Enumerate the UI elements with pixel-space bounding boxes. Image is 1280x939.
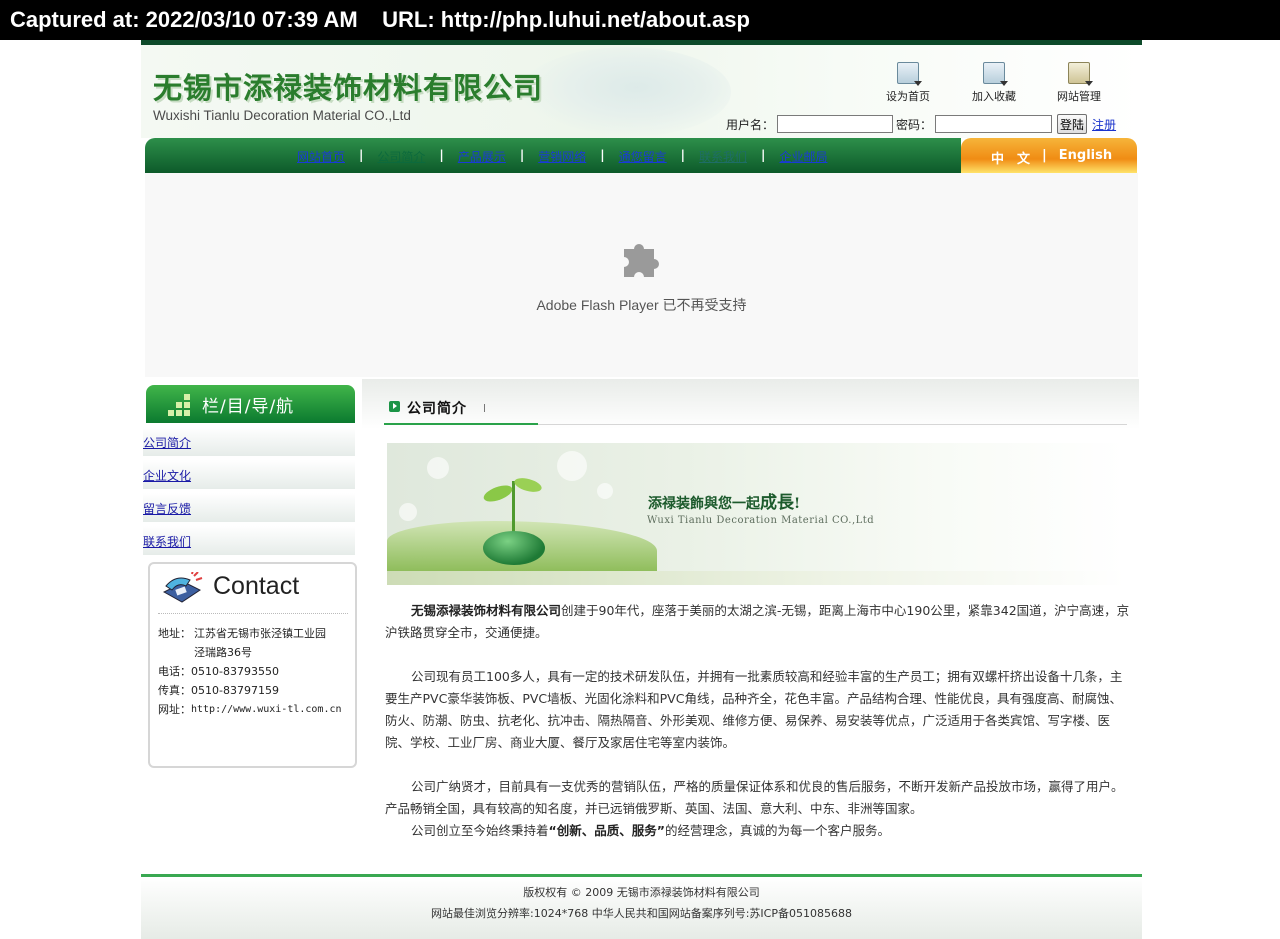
- site-admin-icon: [1068, 62, 1093, 86]
- nav-separator: |: [519, 148, 525, 162]
- web-label: 网址：: [158, 703, 191, 716]
- address-line2: 泾瑞路36号: [194, 646, 252, 659]
- green-stone-image: [483, 531, 545, 565]
- username-label: 用户名：: [726, 117, 775, 132]
- contact-divider: [158, 613, 348, 614]
- banner-slogan-en: Wuxi Tianlu Decoration Material CO.,Ltd: [647, 515, 875, 526]
- slogan-punct: !: [794, 496, 801, 512]
- site-admin-link[interactable]: 网站管理: [1049, 62, 1109, 104]
- set-homepage-label: 设为首页: [886, 90, 930, 103]
- nav-about[interactable]: 公司简介: [377, 148, 425, 165]
- contact-title: Contact: [213, 572, 300, 600]
- phone-value: 0510-83793550: [191, 665, 279, 678]
- add-favorite-label: 加入收藏: [972, 90, 1016, 103]
- lang-chinese[interactable]: 中 文: [991, 148, 1030, 167]
- header-tools: 设为首页 加入收藏 网站管理: [878, 62, 1118, 106]
- paragraph-4-b: 的经营理念，真诚的为每一个客户服务。: [664, 823, 890, 838]
- sidebar-title: 栏/目/导/航: [202, 397, 295, 417]
- leaf-image: [512, 475, 544, 495]
- sidebar-item-contact[interactable]: 联系我们: [143, 526, 355, 557]
- capture-info-bar: Captured at: 2022/03/10 07:39 AM URL: ht…: [0, 0, 1280, 40]
- language-items: 中 文 | English: [991, 148, 1112, 167]
- paragraph-4-a: 公司创立至今始终秉持着: [411, 823, 549, 838]
- address-label: 地址：: [158, 627, 191, 640]
- leaf-image: [481, 482, 515, 505]
- header: 无锡市添禄装饰材料有限公司 Wuxishi Tianlu Decoration …: [141, 45, 1142, 138]
- main-nav: 网站首页 | 公司简介 | 产品展示 | 营销网络 | 通您留言 | 联系我们 …: [145, 138, 961, 173]
- telephone-icon: [162, 572, 203, 603]
- contact-box: Contact 地址： 江苏省无锡市张泾镇工业园 泾瑞路36号 电话： 0510…: [148, 562, 357, 768]
- nav-mail[interactable]: 企业邮局: [779, 148, 827, 165]
- sidebar-item-feedback[interactable]: 留言反馈: [143, 493, 355, 524]
- company-name-bold: 无锡添禄装饰材料有限公司: [411, 603, 562, 618]
- paragraph-3: 公司广纳贤才，目前具有一支优秀的营销队伍，严格的质量保证体系和优良的售后服务，不…: [385, 779, 1124, 816]
- password-label: 密码：: [896, 117, 933, 132]
- login-form: 用户名： 密码： 登陆 注册: [726, 113, 1116, 135]
- sidebar-item-label[interactable]: 公司简介: [143, 434, 191, 451]
- web-value: http://www.wuxi-tl.com.cn: [191, 704, 342, 715]
- phone-label: 电话：: [158, 665, 191, 678]
- paragraph-1: 无锡添禄装饰材料有限公司创建于90年代，座落于美丽的太湖之滨-无锡，距离上海市中…: [385, 600, 1131, 644]
- username-input[interactable]: [777, 115, 894, 133]
- nav-contact[interactable]: 联系我们: [699, 148, 747, 165]
- slogan-emphasis: 成長: [760, 493, 794, 513]
- sidebar-item-label[interactable]: 企业文化: [143, 467, 191, 484]
- flash-placeholder: Adobe Flash Player 已不再受支持: [145, 173, 1138, 377]
- lang-english[interactable]: English: [1059, 148, 1112, 167]
- nav-separator: |: [761, 148, 766, 162]
- slogan-text: 添禄装飾與您一起: [648, 496, 760, 512]
- lang-separator: |: [1042, 148, 1047, 163]
- login-button[interactable]: 登陆: [1057, 114, 1088, 134]
- nav-separator: |: [359, 148, 364, 162]
- sidebar-item-label[interactable]: 联系我们: [143, 533, 191, 550]
- nav-items: 网站首页 | 公司简介 | 产品展示 | 营销网络 | 通您留言 | 联系我们 …: [297, 148, 827, 165]
- nav-guestbook[interactable]: 通您留言: [619, 148, 667, 165]
- set-homepage-icon: [897, 62, 922, 86]
- sidebar-item-label[interactable]: 留言反馈: [143, 500, 191, 517]
- title-divider: [484, 404, 485, 412]
- sidebar-header: 栏/目/导/航: [146, 385, 355, 423]
- paragraph-4: 公司创立至今始终秉持着“创新、品质、服务”的经营理念，真诚的为每一个客户服务。: [385, 820, 1131, 842]
- language-switch: 中 文 | English: [961, 138, 1137, 173]
- sidebar-item-culture[interactable]: 企业文化: [143, 460, 355, 491]
- copyright: 版权权有 © 2009 无锡市添禄装饰材料有限公司: [523, 886, 760, 899]
- nav-home[interactable]: 网站首页: [297, 148, 345, 165]
- paragraph-2: 公司现有员工100多人，具有一定的技术研发队伍，并拥有一批素质较高和经验丰富的生…: [385, 669, 1123, 750]
- puzzle-plugin-icon: [624, 244, 659, 277]
- section-header: 公司简介: [362, 379, 1139, 429]
- add-favorite-link[interactable]: 加入收藏: [964, 62, 1024, 104]
- site-admin-label: 网站管理: [1057, 90, 1101, 103]
- banner-bottom-strip: [387, 571, 1125, 585]
- globe-watermark: [521, 47, 731, 137]
- add-favorite-icon: [983, 62, 1008, 86]
- nav-sales-network[interactable]: 营销网络: [538, 148, 586, 165]
- nav-separator: |: [680, 148, 686, 162]
- philosophy-bold: “创新、品质、服务”: [548, 823, 665, 838]
- banner-slogan: 添禄装飾與您一起成長!: [648, 488, 800, 513]
- nav-products[interactable]: 产品展示: [458, 148, 506, 165]
- password-input[interactable]: [935, 115, 1053, 133]
- about-text: 无锡添禄装饰材料有限公司创建于90年代，座落于美丽的太湖之滨-无锡，距离上海市中…: [385, 600, 1131, 842]
- register-link[interactable]: 注册: [1092, 116, 1116, 133]
- fax-value: 0510-83797159: [191, 684, 279, 697]
- set-homepage-link[interactable]: 设为首页: [878, 62, 938, 104]
- footer: 版权权有 © 2009 无锡市添禄装饰材料有限公司 网站最佳浏览分辨率:1024…: [141, 874, 1142, 939]
- contact-info: 地址： 江苏省无锡市张泾镇工业园 泾瑞路36号 电话： 0510-8379355…: [158, 624, 342, 719]
- about-banner: 添禄装飾與您一起成長! Wuxi Tianlu Decoration Mater…: [387, 443, 1125, 585]
- arrow-bullet-icon: [389, 401, 400, 412]
- sidebar-item-about[interactable]: 公司简介: [143, 427, 355, 458]
- nav-separator: |: [439, 148, 444, 162]
- page: 无锡市添禄装饰材料有限公司 Wuxishi Tianlu Decoration …: [141, 40, 1142, 939]
- icp-record: 网站最佳浏览分辨率:1024*768 中华人民共和国网站备案序列号:苏ICP备0…: [431, 907, 852, 920]
- section-underline-accent: [384, 423, 538, 425]
- grid-blocks-icon: [168, 394, 192, 416]
- company-logo-en: Wuxishi Tianlu Decoration Material CO.,L…: [153, 108, 411, 123]
- section-title: 公司简介: [407, 401, 467, 417]
- address-line1: 江苏省无锡市张泾镇工业园: [194, 627, 326, 640]
- flash-unsupported-message: Adobe Flash Player 已不再受支持: [536, 297, 747, 313]
- fax-label: 传真：: [158, 684, 191, 697]
- company-logo-cn[interactable]: 无锡市添禄装饰材料有限公司: [153, 65, 543, 107]
- nav-separator: |: [600, 148, 605, 162]
